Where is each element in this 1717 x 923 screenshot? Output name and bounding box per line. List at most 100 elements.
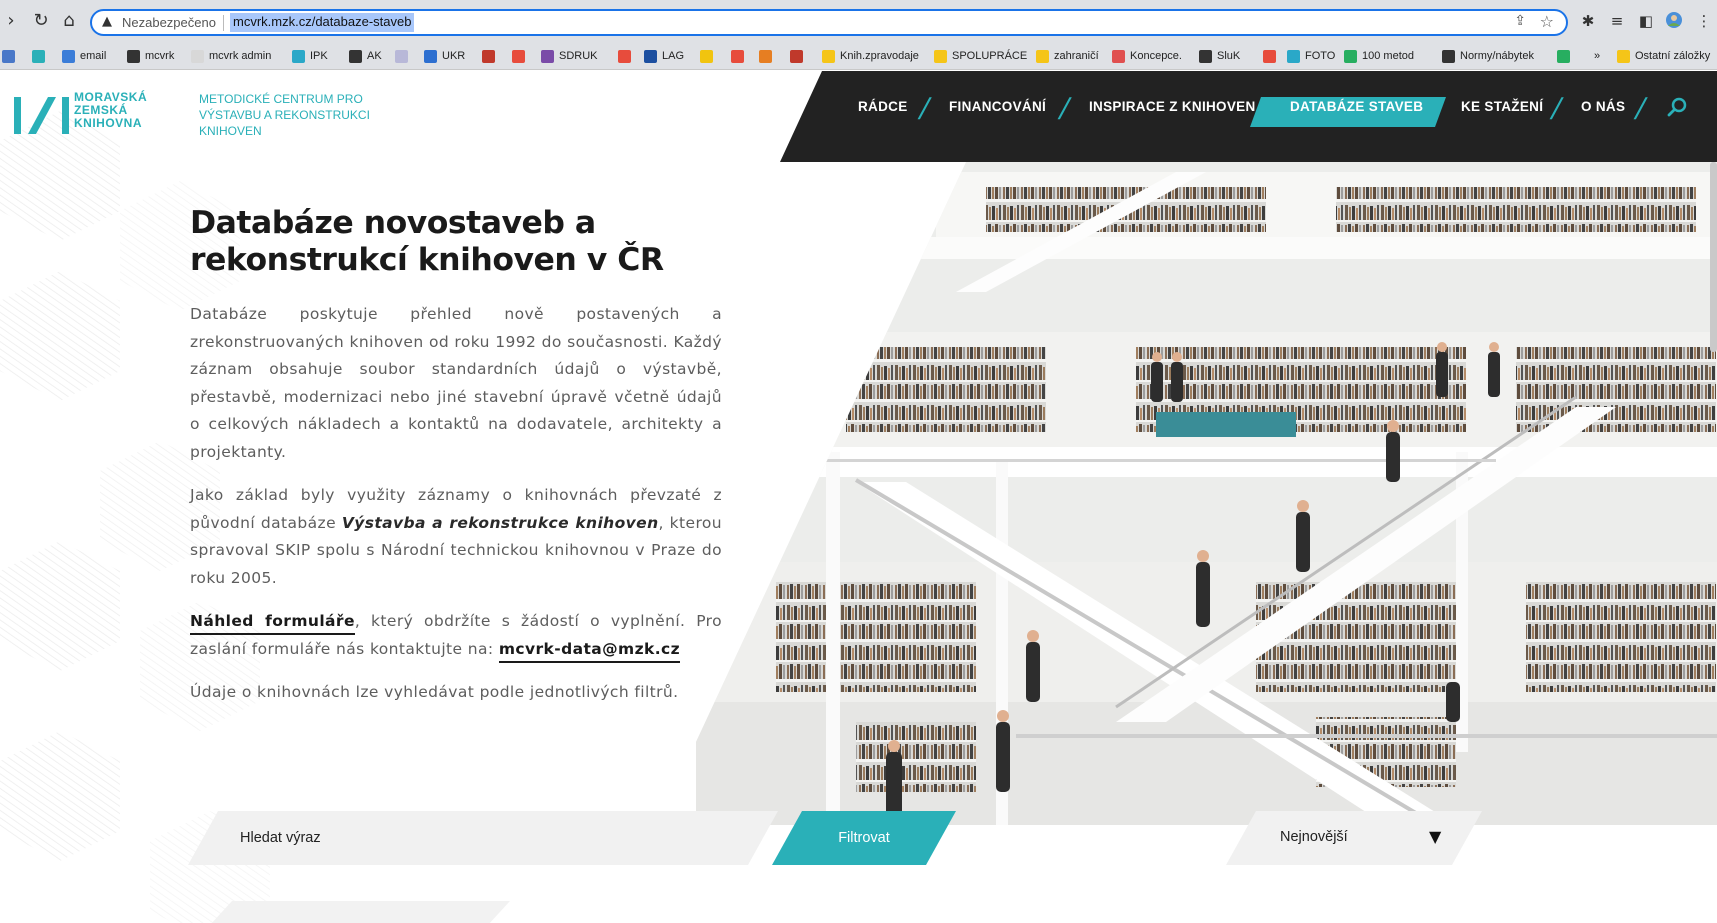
- bookmark-label: FOTO: [1305, 50, 1336, 62]
- form-paragraph: Náhled formuláře, který obdržíte s žádos…: [190, 608, 722, 663]
- star-icon[interactable]: ☆: [1540, 12, 1554, 31]
- bookmark-item[interactable]: [482, 47, 500, 65]
- bookmark-favicon-icon: [191, 49, 204, 63]
- bookmark-item[interactable]: AK: [349, 47, 382, 65]
- nav-item-radce[interactable]: RÁDCE: [858, 99, 908, 114]
- bookmark-favicon-icon: [395, 49, 408, 63]
- back-icon[interactable]: ›: [0, 10, 22, 32]
- url-text[interactable]: mcvrk.mzk.cz/databaze-staveb: [230, 13, 415, 32]
- bookmark-favicon-icon: [759, 49, 772, 63]
- sort-select[interactable]: Nejnovější ▼: [1226, 811, 1482, 865]
- bookmark-favicon-icon: [644, 49, 657, 63]
- search-icon[interactable]: [1667, 96, 1689, 118]
- bookmarks-bar: email mcvrk mcvrk admin IPK AK UKR SDRUK LAG Kni…: [0, 42, 1717, 70]
- filter-button[interactable]: Filtrovat: [772, 811, 956, 865]
- menu-icon[interactable]: ⋮: [1694, 11, 1714, 31]
- bookmark-item[interactable]: [618, 47, 636, 65]
- nav-item-ke-stazeni[interactable]: KE STAŽENÍ: [1461, 99, 1543, 114]
- nav-item-inspirace[interactable]: INSPIRACE Z KNIHOVEN: [1089, 99, 1256, 114]
- secondary-filter-bar[interactable]: [210, 901, 510, 923]
- form-preview-link[interactable]: Náhled formuláře: [190, 612, 355, 635]
- reading-list-icon[interactable]: ≡: [1607, 11, 1627, 31]
- bookmark-item[interactable]: FOTO: [1287, 47, 1335, 65]
- bold-database-name: Výstavba a rekonstrukce knihoven: [341, 513, 659, 532]
- share-icon[interactable]: ⇪: [1514, 13, 1526, 29]
- tagline-line: KNIHOVEN: [199, 124, 262, 138]
- bookmark-item[interactable]: Knih.zpravodaje: [822, 47, 919, 65]
- site-tagline: METODICKÉ CENTRUM PRO VÝSTAVBU A REKONST…: [199, 91, 370, 139]
- bookmark-item[interactable]: Normy/nábytek: [1442, 47, 1534, 65]
- bookmark-item[interactable]: [512, 47, 530, 65]
- bookmark-label: »: [1594, 50, 1601, 62]
- bookmark-item[interactable]: [700, 47, 718, 65]
- bookmark-label: LAG: [662, 50, 685, 62]
- logo-mark-icon: [14, 97, 69, 134]
- nav-item-financovani[interactable]: FINANCOVÁNÍ: [949, 99, 1046, 114]
- tagline-line: VÝSTAVBU A REKONSTRUKCI: [199, 108, 370, 122]
- bookmark-item[interactable]: »: [1594, 47, 1600, 65]
- bookmark-item[interactable]: [1557, 47, 1575, 65]
- bookmark-favicon-icon: [934, 49, 947, 63]
- bookmark-item[interactable]: LAG: [644, 47, 684, 65]
- bookmark-item[interactable]: Koncepce.: [1112, 47, 1182, 65]
- filter-info-paragraph: Údaje o knihovnách lze vyhledávat podle …: [190, 683, 679, 701]
- bookmark-item[interactable]: email: [62, 47, 106, 65]
- bookmark-item[interactable]: mcvrk admin: [191, 47, 271, 65]
- security-label[interactable]: Nezabezpečeno: [122, 15, 216, 30]
- bookmark-item[interactable]: [395, 47, 413, 65]
- bookmark-item[interactable]: SluK: [1199, 47, 1240, 65]
- bookmark-item[interactable]: SDRUK: [541, 47, 598, 65]
- main-navigation: RÁDCE / FINANCOVÁNÍ / INSPIRACE Z KNIHOV…: [780, 71, 1717, 162]
- source-paragraph: Jako základ byly využity záznamy o kniho…: [190, 482, 722, 592]
- bookmark-item[interactable]: [1263, 47, 1281, 65]
- nav-item-o-nas[interactable]: O NÁS: [1581, 99, 1625, 114]
- profile-icon[interactable]: [1664, 11, 1684, 31]
- bookmark-item[interactable]: [731, 47, 749, 65]
- bookmark-label: AK: [367, 50, 382, 62]
- warning-icon[interactable]: ▲: [102, 14, 112, 29]
- bookmark-label: Koncepce.: [1130, 50, 1182, 62]
- bookmark-item[interactable]: IPK: [292, 47, 328, 65]
- bookmark-label: SPOLUPRÁCE: [952, 50, 1028, 62]
- reload-icon[interactable]: ↻: [30, 10, 52, 32]
- nav-item-databaze-staveb[interactable]: DATABÁZE STAVEB: [1290, 99, 1423, 114]
- bookmark-favicon-icon: [62, 49, 75, 63]
- bookmark-label: mcvrk admin: [209, 50, 272, 62]
- extensions-icon[interactable]: ✱: [1578, 11, 1598, 31]
- bookmark-favicon-icon: [292, 49, 305, 63]
- home-icon[interactable]: ⌂: [58, 10, 80, 32]
- bookmark-favicon-icon: [512, 49, 525, 63]
- bookmark-item[interactable]: Ostatní záložky: [1617, 47, 1710, 65]
- bookmark-label: IPK: [310, 50, 328, 62]
- logo-line: KNIHOVNA: [74, 116, 143, 130]
- address-bar[interactable]: ▲ Nezabezpečeno mcvrk.mzk.cz/databaze-st…: [90, 9, 1568, 36]
- bookmark-item[interactable]: [790, 47, 808, 65]
- bookmark-favicon-icon: [790, 49, 803, 63]
- bookmark-item[interactable]: [32, 47, 50, 65]
- bookmark-favicon-icon: [1557, 49, 1570, 63]
- side-panel-icon[interactable]: ◧: [1636, 11, 1656, 31]
- bookmark-item[interactable]: zahraničí: [1036, 47, 1099, 65]
- bookmark-label: UKR: [442, 50, 466, 62]
- bookmark-item[interactable]: [759, 47, 777, 65]
- bookmark-item[interactable]: [2, 47, 20, 65]
- bookmark-label: mcvrk: [145, 50, 175, 62]
- bookmark-favicon-icon: [700, 49, 713, 63]
- sort-selected-value: Nejnovější: [1280, 829, 1348, 845]
- bookmark-label: 100 metod: [1362, 50, 1414, 62]
- bookmark-item[interactable]: SPOLUPRÁCE: [934, 47, 1027, 65]
- bookmark-favicon-icon: [32, 49, 45, 63]
- search-input[interactable]: [188, 811, 778, 865]
- bookmark-favicon-icon: [1112, 49, 1125, 63]
- browser-toolbar: › ↻ ⌂ ▲ Nezabezpečeno mcvrk.mzk.cz/datab…: [0, 0, 1717, 42]
- page-scrollbar[interactable]: [1710, 162, 1717, 352]
- intro-section: Databáze novostaveb a rekonstrukcí kniho…: [190, 205, 722, 723]
- bookmark-label: email: [80, 50, 107, 62]
- bookmark-favicon-icon: [1263, 49, 1276, 63]
- bookmark-favicon-icon: [541, 49, 554, 63]
- bookmark-item[interactable]: UKR: [424, 47, 465, 65]
- logo-wordmark[interactable]: MORAVSKÁ ZEMSKÁ KNIHOVNA: [74, 91, 147, 130]
- bookmark-item[interactable]: mcvrk: [127, 47, 174, 65]
- bookmark-item[interactable]: 100 metod: [1344, 47, 1414, 65]
- contact-email-link[interactable]: mcvrk-data@mzk.cz: [498, 639, 681, 663]
